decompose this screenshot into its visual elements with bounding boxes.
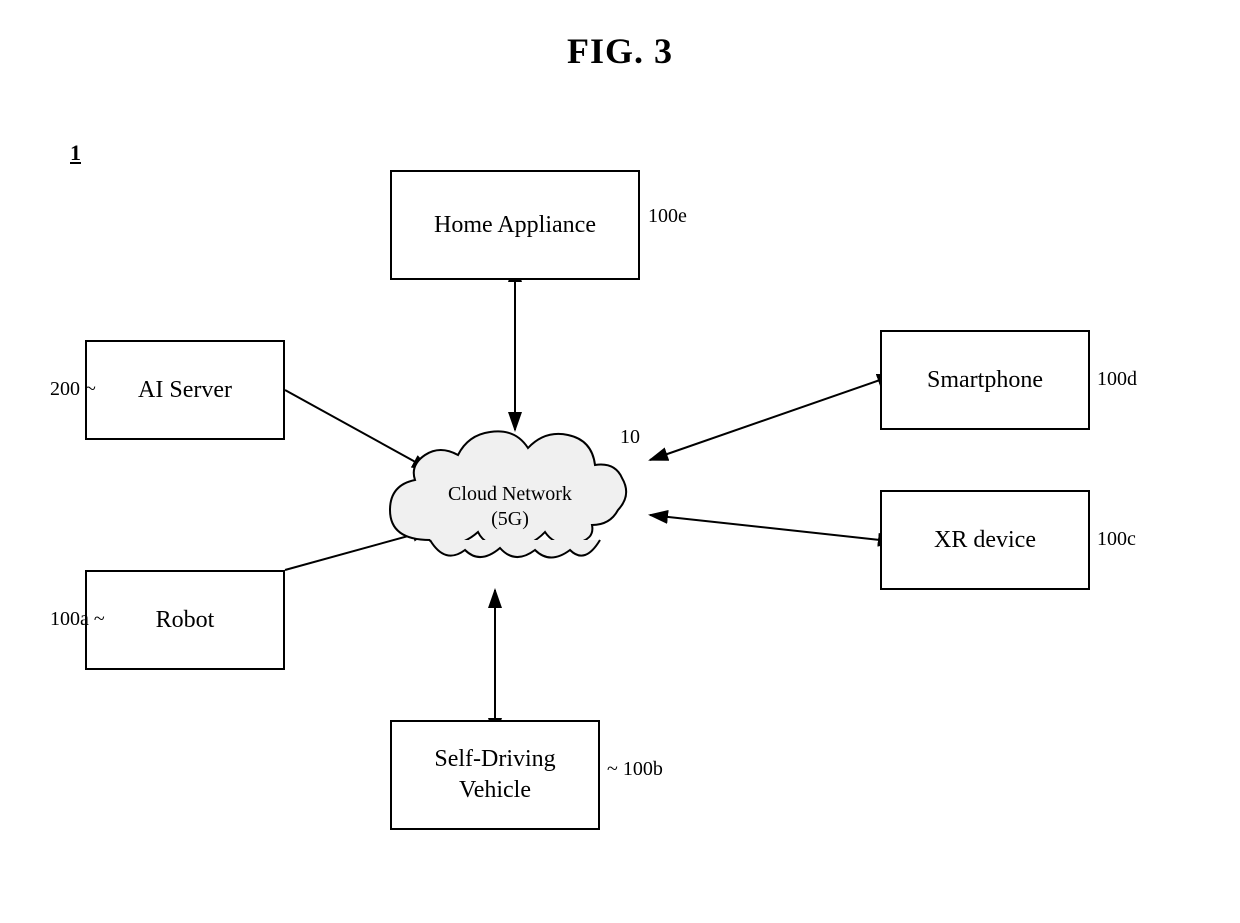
diagram-label: 1 [70,140,81,166]
svg-text:Cloud Network: Cloud Network [448,483,572,505]
self-driving-box: Self-Driving Vehicle [390,720,600,830]
robot-label: Robot [156,607,215,634]
ai-server-ref: 200 ~ [50,378,96,401]
smartphone-label: Smartphone [927,367,1043,394]
robot-box: Robot [85,570,285,670]
cloud-shape: Cloud Network (5G) [350,410,670,590]
home-appliance-label: Home Appliance [434,212,596,239]
smartphone-ref: 100d [1097,368,1137,391]
ai-server-box: AI Server [85,340,285,440]
xr-device-label: XR device [934,527,1036,554]
self-driving-ref: ~ 100b [607,758,663,781]
robot-ref: 100a ~ [50,608,105,631]
home-appliance-ref: 100e [648,205,687,228]
ai-server-label: AI Server [138,377,232,404]
home-appliance-box: Home Appliance [390,170,640,280]
xr-device-ref: 100c [1097,528,1136,551]
self-driving-label: Self-Driving Vehicle [434,744,555,806]
smartphone-box: Smartphone [880,330,1090,430]
xr-device-box: XR device [880,490,1090,590]
diagram-container: FIG. 3 1 Home Appliance 100e A [0,0,1240,923]
fig-title: FIG. 3 [0,0,1240,72]
svg-text:(5G): (5G) [491,508,529,530]
